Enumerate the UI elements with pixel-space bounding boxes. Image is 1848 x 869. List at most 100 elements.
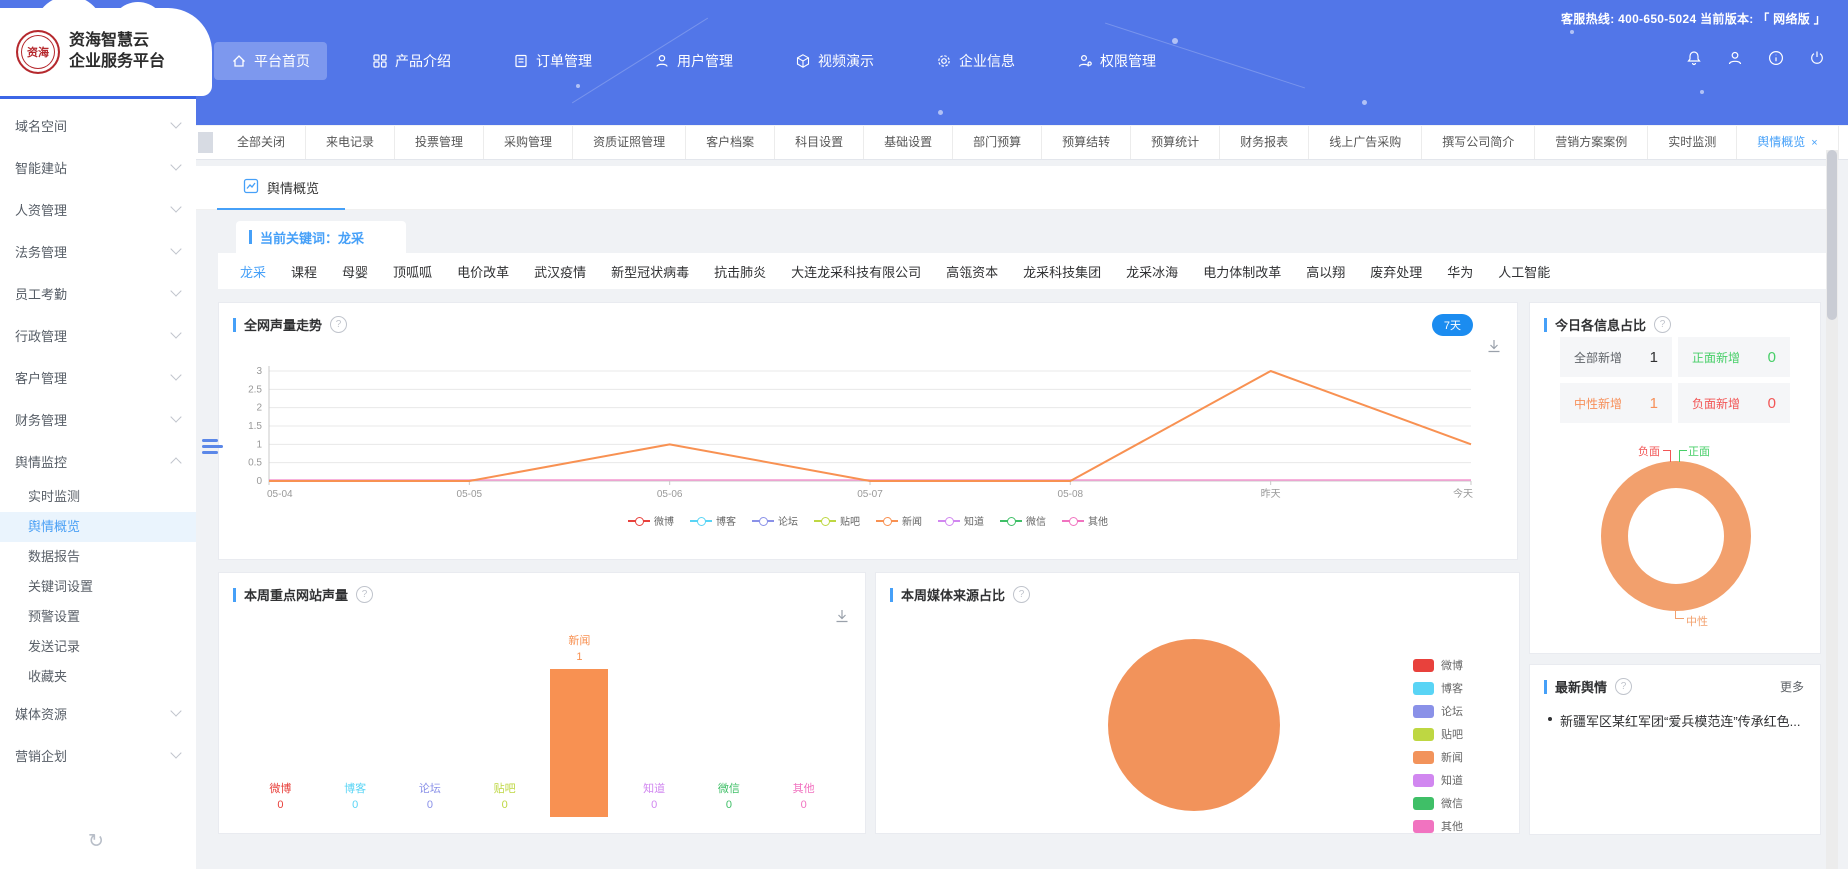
donut-chart[interactable]: [1601, 461, 1751, 611]
keyword-item[interactable]: 龙采冰海: [1126, 262, 1178, 281]
tab-subject-settings[interactable]: 科目设置: [775, 126, 864, 159]
sidebar-subitem-send-records[interactable]: 发送记录: [0, 632, 196, 662]
trend-line-chart[interactable]: 00.511.522.5305-0405-0505-0605-0705-08昨天…: [219, 355, 1519, 507]
tab-realtime-monitor[interactable]: 实时监测: [1648, 126, 1737, 159]
keyword-item[interactable]: 大连龙采科技有限公司: [791, 262, 921, 281]
tab-company-profile[interactable]: 撰写公司简介: [1422, 126, 1535, 159]
sidebar-subitem-favorites[interactable]: 收藏夹: [0, 662, 196, 692]
bar-slot[interactable]: 其他0: [766, 782, 841, 817]
sidebar-item-smart-site[interactable]: 智能建站: [0, 146, 196, 188]
keyword-item[interactable]: 华为: [1447, 262, 1473, 281]
sidebar-item-hr[interactable]: 人资管理: [0, 188, 196, 230]
keyword-item[interactable]: 废弃处理: [1370, 262, 1422, 281]
legend-item[interactable]: 博客: [690, 513, 736, 528]
sidebar-collapse-handle[interactable]: [201, 437, 225, 456]
legend-item[interactable]: 知道: [1413, 772, 1463, 788]
tab-opinion-overview[interactable]: 舆情概览×: [1737, 126, 1838, 159]
sidebar-item-admin[interactable]: 行政管理: [0, 314, 196, 356]
sidebar-item-marketing[interactable]: 营销企划: [0, 734, 196, 776]
nav-item-video-demo[interactable]: 视频演示: [778, 42, 891, 80]
nav-item-products[interactable]: 产品介绍: [355, 42, 468, 80]
section-tab-opinion-overview[interactable]: 舆情概览: [217, 166, 345, 210]
bar-slot[interactable]: 微博0: [243, 782, 318, 817]
keyword-item[interactable]: 电力体制改革: [1203, 262, 1281, 281]
tab-scroll-button[interactable]: [198, 132, 213, 153]
bar-slot[interactable]: 博客0: [318, 782, 393, 817]
keyword-item[interactable]: 高以翔: [1306, 262, 1345, 281]
legend-item[interactable]: 知道: [938, 513, 984, 528]
tab-online-ads[interactable]: 线上广告采购: [1309, 126, 1422, 159]
tab-basic-settings[interactable]: 基础设置: [864, 126, 953, 159]
legend-item[interactable]: 博客: [1413, 680, 1463, 696]
media-source-pie-chart[interactable]: [1108, 639, 1280, 811]
legend-item[interactable]: 论坛: [1413, 703, 1463, 719]
refresh-icon[interactable]: ↻: [88, 830, 104, 853]
site-volume-bar-chart[interactable]: 微博0 博客0 论坛0 贴吧0 新闻1 知道0 微信0 其他0: [243, 621, 841, 817]
tab-customer-files[interactable]: 客户档案: [686, 126, 775, 159]
nav-item-company-info[interactable]: 企业信息: [919, 42, 1032, 80]
help-icon[interactable]: ?: [330, 316, 347, 333]
sidebar-item-finance[interactable]: 财务管理: [0, 398, 196, 440]
nav-item-home[interactable]: 平台首页: [214, 42, 327, 80]
keyword-item[interactable]: 高瓴资本: [946, 262, 998, 281]
bell-icon[interactable]: [1685, 49, 1703, 72]
tab-procurement[interactable]: 采购管理: [484, 126, 573, 159]
legend-item[interactable]: 贴吧: [814, 513, 860, 528]
tab-vote-mgmt[interactable]: 投票管理: [395, 126, 484, 159]
sidebar-subitem-alert-settings[interactable]: 预警设置: [0, 602, 196, 632]
help-icon[interactable]: ?: [1615, 678, 1632, 695]
tab-budget-stats[interactable]: 预算统计: [1131, 126, 1220, 159]
help-icon[interactable]: ?: [1654, 316, 1671, 333]
keyword-item[interactable]: 龙采: [240, 262, 266, 281]
tab-call-records[interactable]: 来电记录: [306, 126, 395, 159]
legend-item[interactable]: 微信: [1413, 795, 1463, 811]
help-icon[interactable]: ?: [356, 586, 373, 603]
keyword-item[interactable]: 新型冠状病毒: [611, 262, 689, 281]
tab-dept-budget[interactable]: 部门预算: [953, 126, 1042, 159]
tab-qualification[interactable]: 资质证照管理: [573, 126, 686, 159]
legend-item[interactable]: 新闻: [876, 513, 922, 528]
legend-item[interactable]: 新闻: [1413, 749, 1463, 765]
legend-item[interactable]: 贴吧: [1413, 726, 1463, 742]
tab-budget-carryover[interactable]: 预算结转: [1042, 126, 1131, 159]
tab-finance-report[interactable]: 财务报表: [1220, 126, 1309, 159]
sidebar-item-customer[interactable]: 客户管理: [0, 356, 196, 398]
legend-item[interactable]: 论坛: [752, 513, 798, 528]
bar-slot[interactable]: 论坛0: [393, 782, 468, 817]
account-icon[interactable]: [1726, 49, 1744, 72]
sidebar-item-domain-space[interactable]: 域名空间: [0, 104, 196, 146]
more-link[interactable]: 更多: [1780, 678, 1804, 695]
sidebar-subitem-realtime-monitor[interactable]: 实时监测: [0, 482, 196, 512]
keyword-item[interactable]: 人工智能: [1498, 262, 1550, 281]
keyword-item[interactable]: 电价改革: [457, 262, 509, 281]
sidebar-item-media-resource[interactable]: 媒体资源: [0, 692, 196, 734]
sidebar-item-legal[interactable]: 法务管理: [0, 230, 196, 272]
tab-marketing-case[interactable]: 营销方案案例: [1535, 126, 1648, 159]
nav-item-users[interactable]: 用户管理: [637, 42, 750, 80]
help-icon[interactable]: ?: [1013, 586, 1030, 603]
keyword-item[interactable]: 武汉疫情: [534, 262, 586, 281]
current-keyword-tab[interactable]: 当前关键词：龙采: [236, 221, 406, 253]
legend-item[interactable]: 微博: [1413, 657, 1463, 673]
scrollbar-thumb[interactable]: [1827, 150, 1837, 320]
bar-slot[interactable]: 知道0: [617, 782, 692, 817]
bar-slot[interactable]: 贴吧0: [467, 782, 542, 817]
keyword-item[interactable]: 抗击肺炎: [714, 262, 766, 281]
sidebar-subitem-opinion-overview[interactable]: 舆情概览: [0, 512, 196, 542]
bar-slot[interactable]: 新闻1: [542, 634, 617, 817]
range-badge[interactable]: 7天: [1432, 314, 1473, 336]
sidebar-item-opinion-monitor[interactable]: 舆情监控: [0, 440, 196, 482]
news-item[interactable]: 新疆军区某红军团“爱兵模范连”传承红色...: [1548, 711, 1804, 730]
sidebar-subitem-keyword-settings[interactable]: 关键词设置: [0, 572, 196, 602]
nav-item-permissions[interactable]: 权限管理: [1060, 42, 1173, 80]
legend-item[interactable]: 微信: [1000, 513, 1046, 528]
legend-item[interactable]: 微博: [628, 513, 674, 528]
keyword-item[interactable]: 顶呱呱: [393, 262, 432, 281]
tab-close-all[interactable]: 全部关闭: [217, 126, 306, 159]
tab-close-icon[interactable]: ×: [1811, 137, 1817, 149]
bar-slot[interactable]: 微信0: [692, 782, 767, 817]
keyword-item[interactable]: 母婴: [342, 262, 368, 281]
legend-item[interactable]: 其他: [1062, 513, 1108, 528]
keyword-item[interactable]: 课程: [291, 262, 317, 281]
legend-item[interactable]: 其他: [1413, 818, 1463, 834]
